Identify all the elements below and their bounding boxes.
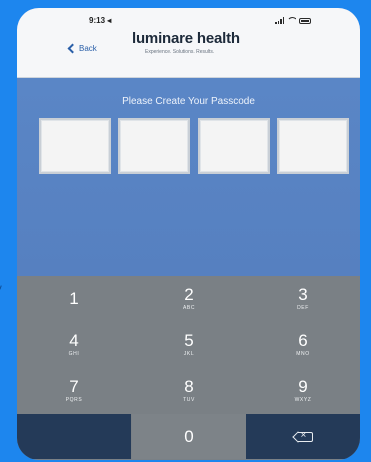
key-3[interactable]: 3 DEF [246, 276, 360, 321]
key-blank [17, 414, 131, 459]
key-digit: 6 [298, 331, 308, 350]
wifi-icon [287, 17, 297, 24]
key-6[interactable]: 6 MNO [246, 322, 360, 367]
key-letters: ABC [182, 305, 196, 311]
key-1[interactable]: 1 [17, 276, 131, 321]
key-letters: PQRS [65, 397, 83, 403]
key-8[interactable]: 8 TUV [132, 368, 246, 413]
key-2[interactable]: 2 ABC [132, 276, 246, 321]
key-letters: DEF [297, 305, 309, 311]
key-letters: MNO [296, 351, 310, 357]
numeric-keypad: 1 2 ABC 3 DEF 4 GHI 5 JKL 6 MNO 7 PQRS 8… [17, 276, 360, 460]
key-digit: 9 [298, 377, 308, 396]
key-4[interactable]: 4 GHI [17, 322, 131, 367]
key-digit: 5 [184, 331, 194, 350]
key-digit: 2 [184, 285, 194, 304]
delete-key[interactable] [246, 414, 360, 459]
brand-tagline: Experience. Solutions. Results. [145, 49, 215, 55]
key-digit: 1 [69, 288, 79, 308]
key-digit: 3 [298, 285, 308, 304]
status-icons [275, 17, 312, 24]
delete-backspace-icon [297, 430, 313, 442]
key-digit: 0 [184, 426, 194, 446]
key-digit: 7 [69, 377, 79, 396]
app-header: 9:13 ◂ Back luminare health Experience. … [17, 8, 360, 78]
passcode-digit-box-2[interactable] [118, 118, 190, 174]
key-digit: 4 [69, 331, 79, 350]
key-letters: GHI [68, 351, 80, 357]
signal-icon [275, 17, 285, 24]
key-0[interactable]: 0 [132, 414, 246, 459]
key-9[interactable]: 9 WXYZ [246, 368, 360, 413]
passcode-digit-box-3[interactable] [198, 118, 270, 174]
passcode-prompt: Please Create Your Passcode [122, 96, 255, 107]
status-time: 9:13 ◂ [89, 16, 112, 25]
chevron-left-icon [67, 43, 78, 54]
brand-logo: luminare health [132, 30, 240, 47]
stray-mark [0, 285, 5, 291]
key-letters: WXYZ [294, 397, 312, 403]
passcode-panel: Please Create Your Passcode [17, 78, 360, 278]
key-digit: 8 [184, 377, 194, 396]
battery-icon [299, 17, 312, 24]
back-button[interactable]: Back [67, 43, 97, 54]
passcode-digit-box-1[interactable] [39, 118, 111, 174]
key-5[interactable]: 5 JKL [132, 322, 246, 367]
key-7[interactable]: 7 PQRS [17, 368, 131, 413]
phone-screen: 9:13 ◂ Back luminare health Experience. … [17, 8, 360, 460]
passcode-digit-box-4[interactable] [277, 118, 349, 174]
back-label: Back [79, 44, 97, 53]
key-letters: TUV [183, 397, 195, 403]
key-letters: JKL [183, 351, 195, 357]
